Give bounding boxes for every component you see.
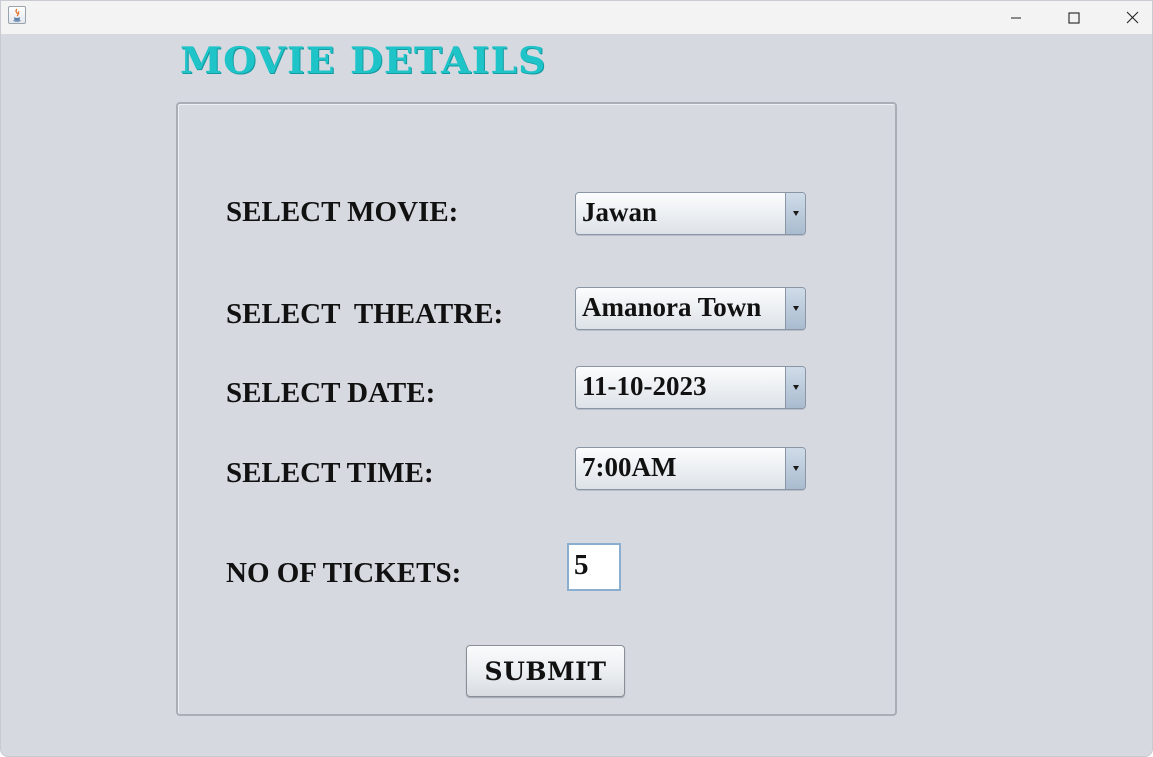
maximize-icon xyxy=(1068,11,1080,24)
close-icon xyxy=(1126,11,1138,24)
chevron-down-icon[interactable] xyxy=(785,367,805,408)
movie-select[interactable]: Jawan xyxy=(575,192,806,235)
select-movie-label: SELECT MOVIE: xyxy=(226,196,459,228)
date-select[interactable]: 11-10-2023 xyxy=(575,366,806,409)
submit-button[interactable]: SUBMIT xyxy=(466,645,625,697)
select-theatre-label: SELECT THEATRE: xyxy=(226,298,504,330)
no-of-tickets-label: NO OF TICKETS: xyxy=(226,557,462,589)
minimize-icon xyxy=(1011,17,1021,18)
select-date-label: SELECT DATE: xyxy=(226,377,436,409)
chevron-down-icon[interactable] xyxy=(785,193,805,234)
title-bar xyxy=(1,1,1152,34)
minimize-button[interactable] xyxy=(993,1,1039,34)
theatre-select[interactable]: Amanora Town xyxy=(575,287,806,330)
date-select-value: 11-10-2023 xyxy=(582,371,707,401)
tickets-input[interactable]: 5 xyxy=(567,543,621,591)
movie-select-value: Jawan xyxy=(582,197,658,227)
time-select[interactable]: 7:00AM xyxy=(575,447,806,490)
theatre-select-value: Amanora Town xyxy=(582,292,762,322)
chevron-down-icon[interactable] xyxy=(785,448,805,489)
page-title: MOVIE DETAILS xyxy=(180,39,547,82)
java-app-icon xyxy=(8,6,26,24)
chevron-down-icon[interactable] xyxy=(785,288,805,329)
app-window: MOVIE DETAILS SELECT MOVIE: Jawan SELECT… xyxy=(0,0,1153,757)
close-button[interactable] xyxy=(1109,1,1152,34)
time-select-value: 7:00AM xyxy=(582,452,677,482)
maximize-button[interactable] xyxy=(1051,1,1097,34)
select-time-label: SELECT TIME: xyxy=(226,457,434,489)
